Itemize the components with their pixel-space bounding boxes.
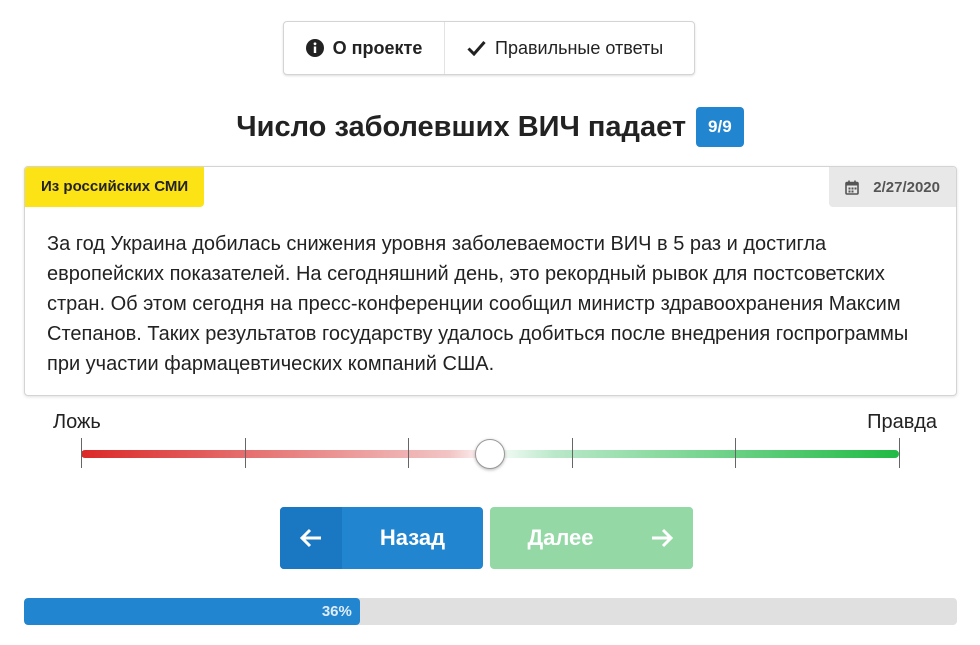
calendar-icon	[845, 180, 860, 195]
next-button-label: Далее	[527, 525, 594, 550]
slider-tick	[81, 438, 82, 468]
slider-tick	[899, 438, 900, 468]
arrow-left-icon	[280, 507, 342, 569]
check-icon	[467, 40, 486, 56]
page-title: Число заболевших ВИЧ падает	[236, 110, 687, 143]
back-button[interactable]: Назад	[280, 507, 483, 569]
answers-menu-item[interactable]: Правильные ответы	[444, 22, 685, 74]
about-menu-item[interactable]: О проекте	[284, 22, 444, 74]
slider-tick	[572, 438, 573, 468]
next-button[interactable]: Далее	[490, 507, 693, 569]
truth-slider-thumb[interactable]	[475, 439, 505, 469]
progress-fill: 36%	[24, 598, 360, 625]
top-menu: О проекте Правильные ответы	[283, 21, 695, 75]
slider-label-true: Правда	[867, 411, 937, 433]
slider-tick	[408, 438, 409, 468]
date-label: 2/27/2020	[829, 167, 956, 207]
slider-label-false: Ложь	[53, 411, 101, 433]
progress-percent: 36%	[321, 603, 352, 620]
arrow-right-icon	[631, 507, 693, 569]
back-button-label: Назад	[379, 525, 446, 550]
about-menu-label: О проекте	[332, 37, 423, 58]
answers-menu-label: Правильные ответы	[495, 37, 664, 58]
news-card: Из российских СМИ 2/27/2020 За год Украи…	[24, 166, 957, 396]
slider-tick	[245, 438, 246, 468]
date-text: 2/27/2020	[873, 178, 940, 196]
progress-bar: 36%	[24, 598, 957, 625]
page-header: Число заболевших ВИЧ падает 9/9	[0, 106, 980, 148]
info-circle-icon	[305, 39, 324, 57]
question-counter-badge: 9/9	[696, 107, 744, 147]
source-label: Из российских СМИ	[25, 167, 205, 207]
slider-tick	[735, 438, 736, 468]
news-text: За год Украина добилась снижения уровня …	[47, 233, 909, 375]
